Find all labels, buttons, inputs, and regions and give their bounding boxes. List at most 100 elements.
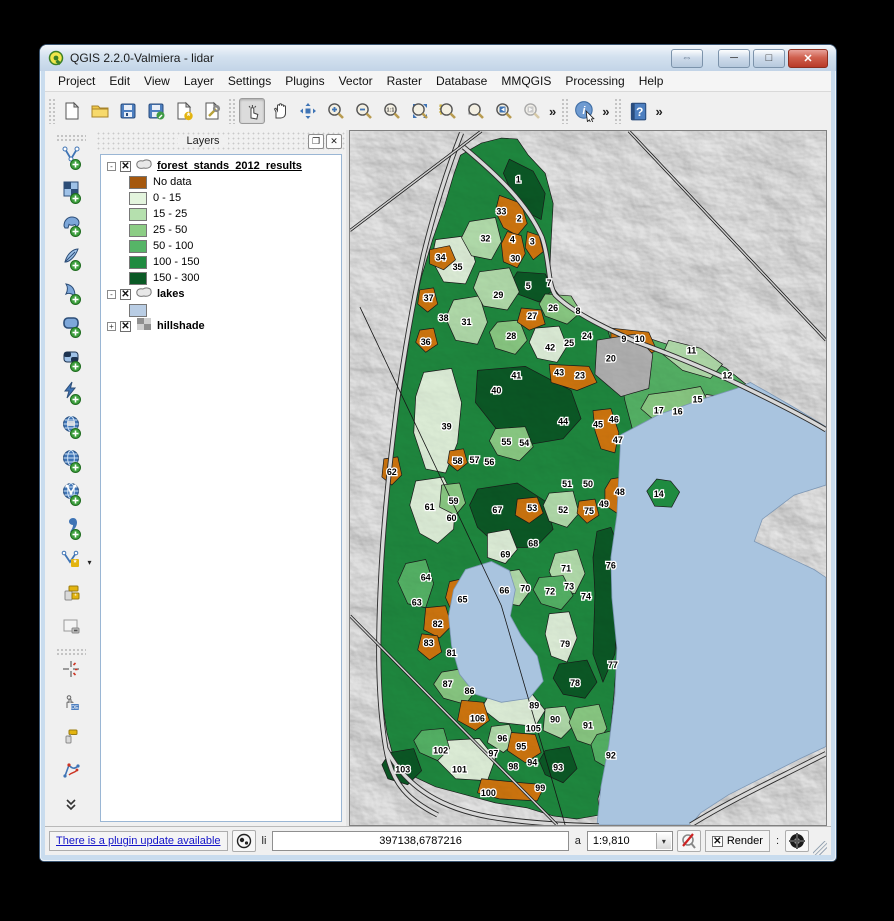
menu-item-processing[interactable]: Processing [558, 72, 631, 90]
roundrect-icon [61, 313, 81, 338]
menu-item-view[interactable]: View [137, 72, 177, 90]
vstar-icon: * [61, 549, 81, 574]
layer-visibility-checkbox[interactable]: ✕ [120, 321, 131, 332]
plugin-offset-tool-button[interactable]: DE [57, 692, 85, 720]
plugin-notification-button[interactable] [232, 830, 256, 852]
map-canvas[interactable]: 1234578910111214151617202324252627282930… [349, 130, 827, 826]
dock-handle[interactable] [56, 134, 86, 141]
zoom-full-button[interactable] [407, 98, 433, 124]
stand-label: 10 [635, 334, 645, 344]
stand-label: 97 [488, 749, 498, 759]
attributes-overflow-chevron[interactable]: » [600, 104, 611, 119]
menu-item-help[interactable]: Help [632, 72, 671, 90]
save-project-button[interactable] [115, 98, 141, 124]
minimize-button[interactable]: ─ [718, 49, 750, 68]
stand-label: 62 [387, 467, 397, 477]
stand-label: 89 [529, 700, 539, 710]
navigation-overflow-chevron[interactable]: » [547, 104, 558, 119]
add-delimited-text-layer-button[interactable] [57, 514, 85, 542]
dropdown-arrow-icon[interactable]: ▾ [87, 558, 91, 567]
new-project-button[interactable] [59, 98, 85, 124]
language-toggle-button[interactable]: ⇔ [671, 49, 703, 68]
stand-label: 35 [453, 262, 463, 272]
zoom-native-button[interactable]: 1:1 [379, 98, 405, 124]
stand-label: 70 [520, 584, 530, 594]
menu-item-mmqgis[interactable]: MMQGIS [494, 72, 558, 90]
close-button[interactable]: ✕ [788, 49, 828, 68]
new-gpx-layer-button[interactable]: * [57, 581, 85, 609]
plugin-road-graph-button[interactable] [57, 759, 85, 787]
zoom-to-layer-button[interactable] [463, 98, 489, 124]
scale-dropdown-arrow[interactable]: ▾ [656, 833, 671, 849]
coordinate-label: li [260, 835, 269, 847]
stand-label: 7 [547, 278, 552, 288]
zoom-last-button[interactable] [491, 98, 517, 124]
add-wcs-layer-button[interactable] [57, 446, 85, 474]
add-wms-layer-button[interactable] [57, 413, 85, 441]
stand-label: 17 [654, 406, 664, 416]
new-shapefile-layer-button[interactable]: *▾ [57, 547, 85, 575]
add-spatialite-layer-button[interactable] [57, 245, 85, 273]
mag-full-icon [410, 101, 430, 121]
add-oracle-layer-button[interactable] [57, 312, 85, 340]
open-project-button[interactable] [87, 98, 113, 124]
help-contents-button[interactable]: ? [625, 98, 651, 124]
menu-item-raster[interactable]: Raster [380, 72, 429, 90]
remove-layer-button[interactable] [57, 614, 85, 642]
render-checkbox[interactable]: ✕ [712, 836, 723, 847]
coordinate-input[interactable]: 397138,6787216 [272, 831, 568, 851]
stand-label: 81 [447, 648, 457, 658]
pan-map-button[interactable] [267, 98, 293, 124]
composer-manager-button[interactable] [199, 98, 225, 124]
pan-to-selection-button[interactable] [295, 98, 321, 124]
layer-row-lakes[interactable]: -✕lakes [105, 286, 341, 302]
zoom-in-button[interactable] [323, 98, 349, 124]
render-toggle[interactable]: ✕ Render [705, 830, 770, 852]
help-overflow-chevron[interactable]: » [653, 104, 664, 119]
layer-row-hillshade[interactable]: +✕hillshade [105, 318, 341, 334]
new-composer-button[interactable]: * [171, 98, 197, 124]
stop-render-button[interactable] [677, 830, 701, 852]
zoom-next-button[interactable] [519, 98, 545, 124]
stand-label: 54 [519, 438, 529, 448]
add-wfs-layer-button[interactable] [57, 480, 85, 508]
menu-item-plugins[interactable]: Plugins [278, 72, 331, 90]
add-raster-layer-button[interactable] [57, 178, 85, 206]
add-oracle-georaster-layer-button[interactable] [57, 346, 85, 374]
touch-zoom-pan-button[interactable] [239, 98, 265, 124]
add-postgis-layer-button[interactable] [57, 211, 85, 239]
add-sqlanywhere-layer-button[interactable] [57, 379, 85, 407]
chevron-down-icon [61, 794, 81, 819]
menu-item-settings[interactable]: Settings [221, 72, 278, 90]
menu-item-vector[interactable]: Vector [332, 72, 380, 90]
scale-combobox[interactable]: 1:9,810 ▾ [587, 831, 673, 851]
layer-visibility-checkbox[interactable]: ✕ [120, 289, 131, 300]
stand-label: 94 [527, 758, 537, 768]
crs-status-button[interactable] [785, 830, 809, 852]
layer-visibility-checkbox[interactable]: ✕ [120, 161, 131, 172]
menu-item-layer[interactable]: Layer [177, 72, 221, 90]
plugin-gps-button[interactable] [57, 725, 85, 753]
zoom-out-button[interactable] [351, 98, 377, 124]
add-mssql-layer-button[interactable] [57, 278, 85, 306]
plugin-crosshair-button[interactable] [57, 658, 85, 686]
identify-features-button[interactable]: i [572, 98, 598, 124]
expander-icon[interactable]: - [107, 290, 116, 299]
layers-tree[interactable]: -✕forest_stands_2012_resultsNo data0 - 1… [100, 154, 342, 822]
plugin-update-link[interactable]: There is a plugin update available [49, 831, 228, 851]
panel-float-button[interactable]: ❐ [308, 134, 324, 149]
menu-item-project[interactable]: Project [51, 72, 102, 90]
dock-overflow-chevron[interactable] [57, 792, 85, 820]
menu-item-edit[interactable]: Edit [102, 72, 137, 90]
add-vector-layer-button[interactable] [57, 144, 85, 172]
maximize-button[interactable]: □ [753, 49, 785, 68]
menu-item-database[interactable]: Database [429, 72, 494, 90]
layer-row-forest_stands_2012_results[interactable]: -✕forest_stands_2012_results [105, 158, 341, 174]
title-bar[interactable]: QGIS 2.2.0-Valmiera - lidar ⇔ ─ □ ✕ [40, 45, 836, 71]
expander-icon[interactable]: + [107, 322, 116, 331]
panel-close-button[interactable]: ✕ [326, 134, 342, 149]
zoom-to-selection-button[interactable] [435, 98, 461, 124]
resize-grip[interactable] [813, 841, 827, 855]
save-project-as-button[interactable] [143, 98, 169, 124]
expander-icon[interactable]: - [107, 162, 116, 171]
